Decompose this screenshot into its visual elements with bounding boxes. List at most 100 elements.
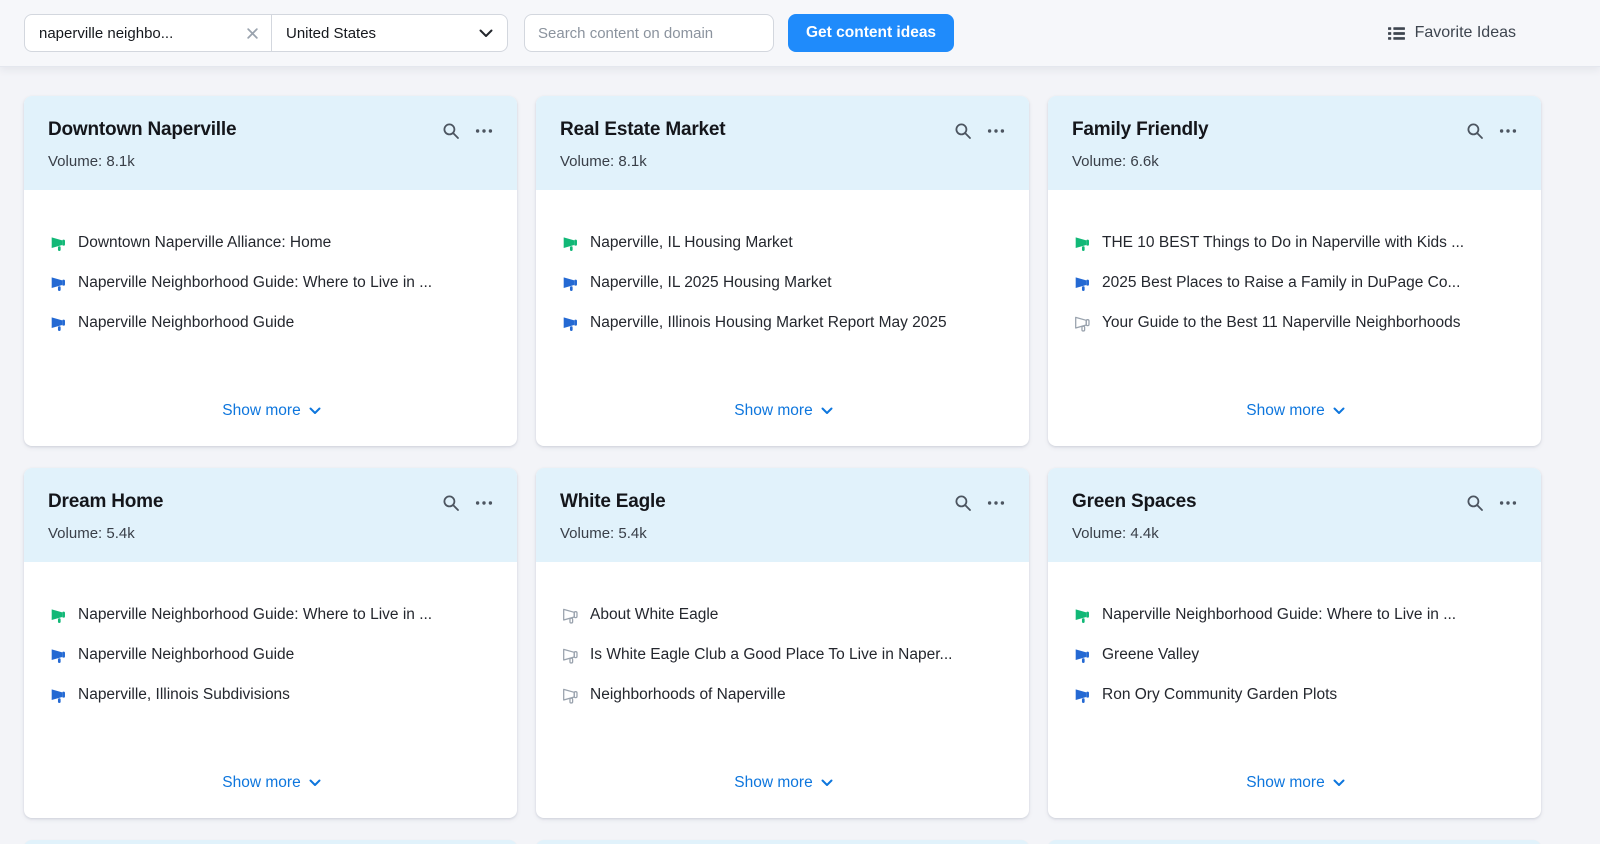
show-more-label: Show more: [222, 402, 300, 420]
topic-card-actions: [442, 491, 493, 512]
topic-volume: Volume: 8.1k: [48, 153, 236, 170]
idea-item[interactable]: Downtown Naperville Alliance: Home: [50, 223, 493, 263]
topic-title: Downtown Naperville: [48, 119, 236, 141]
idea-item[interactable]: Naperville, Illinois Housing Market Repo…: [562, 303, 1005, 343]
show-more-label: Show more: [734, 774, 812, 792]
topic-card-body: About White Eagle Is White Eagle Club a …: [536, 562, 1029, 818]
more-options-icon[interactable]: [1499, 122, 1517, 140]
country-select-value: United States: [286, 25, 376, 42]
topic-card-body: THE 10 BEST Things to Do in Naperville w…: [1048, 190, 1541, 446]
megaphone-gray-icon: [562, 607, 579, 624]
megaphone-blue-icon: [50, 687, 67, 704]
topic-cards-grid: Downtown Naperville Volume: 8.1k Dow: [0, 66, 1600, 844]
topic-card-header-text: Green Spaces Volume: 4.4k: [1072, 491, 1196, 542]
favorite-ideas-button[interactable]: Favorite Ideas: [1387, 24, 1516, 43]
keyword-input[interactable]: [39, 25, 238, 42]
show-more-button[interactable]: Show more: [728, 398, 838, 422]
topic-card-header[interactable]: White Eagle Volume: 5.4k: [536, 468, 1029, 562]
idea-item[interactable]: Naperville Neighborhood Guide: Where to …: [1074, 595, 1517, 635]
topic-card-header[interactable]: Dream Home Volume: 5.4k: [24, 468, 517, 562]
topic-card: White Eagle Volume: 5.4k About White: [536, 468, 1029, 818]
topic-volume: Volume: 6.6k: [1072, 153, 1208, 170]
megaphone-gray-icon: [562, 647, 579, 664]
topic-card-header-text: Real Estate Market Volume: 8.1k: [560, 119, 725, 170]
idea-item[interactable]: Greene Valley: [1074, 635, 1517, 675]
idea-list: THE 10 BEST Things to Do in Naperville w…: [1074, 223, 1517, 343]
topic-card-header[interactable]: Green Spaces Volume: 4.4k: [1048, 468, 1541, 562]
chevron-down-icon: [479, 29, 493, 38]
get-content-ideas-button[interactable]: Get content ideas: [788, 14, 954, 52]
show-more-button[interactable]: Show more: [728, 770, 838, 794]
show-more-button[interactable]: Show more: [1240, 398, 1350, 422]
show-more-label: Show more: [734, 402, 812, 420]
topic-title: White Eagle: [560, 491, 665, 513]
topic-volume: Volume: 8.1k: [560, 153, 725, 170]
search-topic-icon[interactable]: [1466, 122, 1484, 140]
idea-item[interactable]: Naperville Neighborhood Guide: [50, 303, 493, 343]
idea-item[interactable]: Is White Eagle Club a Good Place To Live…: [562, 635, 1005, 675]
topic-card-partial: [536, 840, 1029, 844]
search-topic-icon[interactable]: [442, 122, 460, 140]
idea-item[interactable]: Naperville, IL Housing Market: [562, 223, 1005, 263]
idea-item[interactable]: Naperville, IL 2025 Housing Market: [562, 263, 1005, 303]
megaphone-green-icon: [1074, 607, 1091, 624]
search-topic-icon[interactable]: [954, 122, 972, 140]
idea-item[interactable]: Your Guide to the Best 11 Naperville Nei…: [1074, 303, 1517, 343]
show-more-button[interactable]: Show more: [216, 770, 326, 794]
domain-search-input[interactable]: [524, 14, 774, 52]
topic-volume: Volume: 5.4k: [560, 525, 665, 542]
country-select[interactable]: United States: [272, 15, 507, 51]
search-topic-icon[interactable]: [954, 494, 972, 512]
topic-card-header-text: Family Friendly Volume: 6.6k: [1072, 119, 1208, 170]
topic-card: Green Spaces Volume: 4.4k Naperville: [1048, 468, 1541, 818]
idea-list: Downtown Naperville Alliance: Home Naper…: [50, 223, 493, 343]
idea-item[interactable]: Naperville Neighborhood Guide: [50, 635, 493, 675]
topic-card-actions: [954, 119, 1005, 140]
search-topic-icon[interactable]: [1466, 494, 1484, 512]
topic-title: Green Spaces: [1072, 491, 1196, 513]
topic-card-header[interactable]: Real Estate Market Volume: 8.1k: [536, 96, 1029, 190]
more-options-icon[interactable]: [1499, 494, 1517, 512]
megaphone-blue-icon: [50, 315, 67, 332]
idea-item[interactable]: Naperville Neighborhood Guide: Where to …: [50, 263, 493, 303]
topic-card-actions: [954, 491, 1005, 512]
idea-item[interactable]: THE 10 BEST Things to Do in Naperville w…: [1074, 223, 1517, 263]
topic-title: Real Estate Market: [560, 119, 725, 141]
clear-keyword-icon[interactable]: [246, 27, 259, 40]
topic-card-header-text: Dream Home Volume: 5.4k: [48, 491, 163, 542]
megaphone-blue-icon: [1074, 647, 1091, 664]
show-more-label: Show more: [1246, 774, 1324, 792]
topic-card-header[interactable]: Family Friendly Volume: 6.6k: [1048, 96, 1541, 190]
megaphone-green-icon: [1074, 235, 1091, 252]
idea-item[interactable]: Neighborhoods of Naperville: [562, 675, 1005, 715]
list-icon: [1387, 24, 1406, 43]
idea-list: About White Eagle Is White Eagle Club a …: [562, 595, 1005, 715]
topic-card-header[interactable]: Downtown Naperville Volume: 8.1k: [24, 96, 517, 190]
idea-list: Naperville, IL Housing Market Naperville…: [562, 223, 1005, 343]
show-more-label: Show more: [1246, 402, 1324, 420]
idea-item[interactable]: Naperville, Illinois Subdivisions: [50, 675, 493, 715]
more-options-icon[interactable]: [987, 494, 1005, 512]
megaphone-green-icon: [50, 235, 67, 252]
idea-item[interactable]: Naperville Neighborhood Guide: Where to …: [50, 595, 493, 635]
topic-card-partial: [24, 840, 517, 844]
top-toolbar: United States Get content ideas Favorite…: [0, 0, 1600, 66]
idea-item[interactable]: Ron Ory Community Garden Plots: [1074, 675, 1517, 715]
more-options-icon[interactable]: [987, 122, 1005, 140]
topic-card: Real Estate Market Volume: 8.1k Nape: [536, 96, 1029, 446]
search-topic-icon[interactable]: [442, 494, 460, 512]
topic-card: Family Friendly Volume: 6.6k THE 10: [1048, 96, 1541, 446]
megaphone-green-icon: [562, 235, 579, 252]
show-more-button[interactable]: Show more: [216, 398, 326, 422]
show-more-label: Show more: [222, 774, 300, 792]
idea-item[interactable]: 2025 Best Places to Raise a Family in Du…: [1074, 263, 1517, 303]
megaphone-green-icon: [50, 607, 67, 624]
megaphone-gray-icon: [1074, 315, 1091, 332]
idea-item[interactable]: About White Eagle: [562, 595, 1005, 635]
show-more-button[interactable]: Show more: [1240, 770, 1350, 794]
megaphone-blue-icon: [50, 647, 67, 664]
more-options-icon[interactable]: [475, 494, 493, 512]
more-options-icon[interactable]: [475, 122, 493, 140]
topic-card-body: Downtown Naperville Alliance: Home Naper…: [24, 190, 517, 446]
topic-card-body: Naperville Neighborhood Guide: Where to …: [1048, 562, 1541, 818]
